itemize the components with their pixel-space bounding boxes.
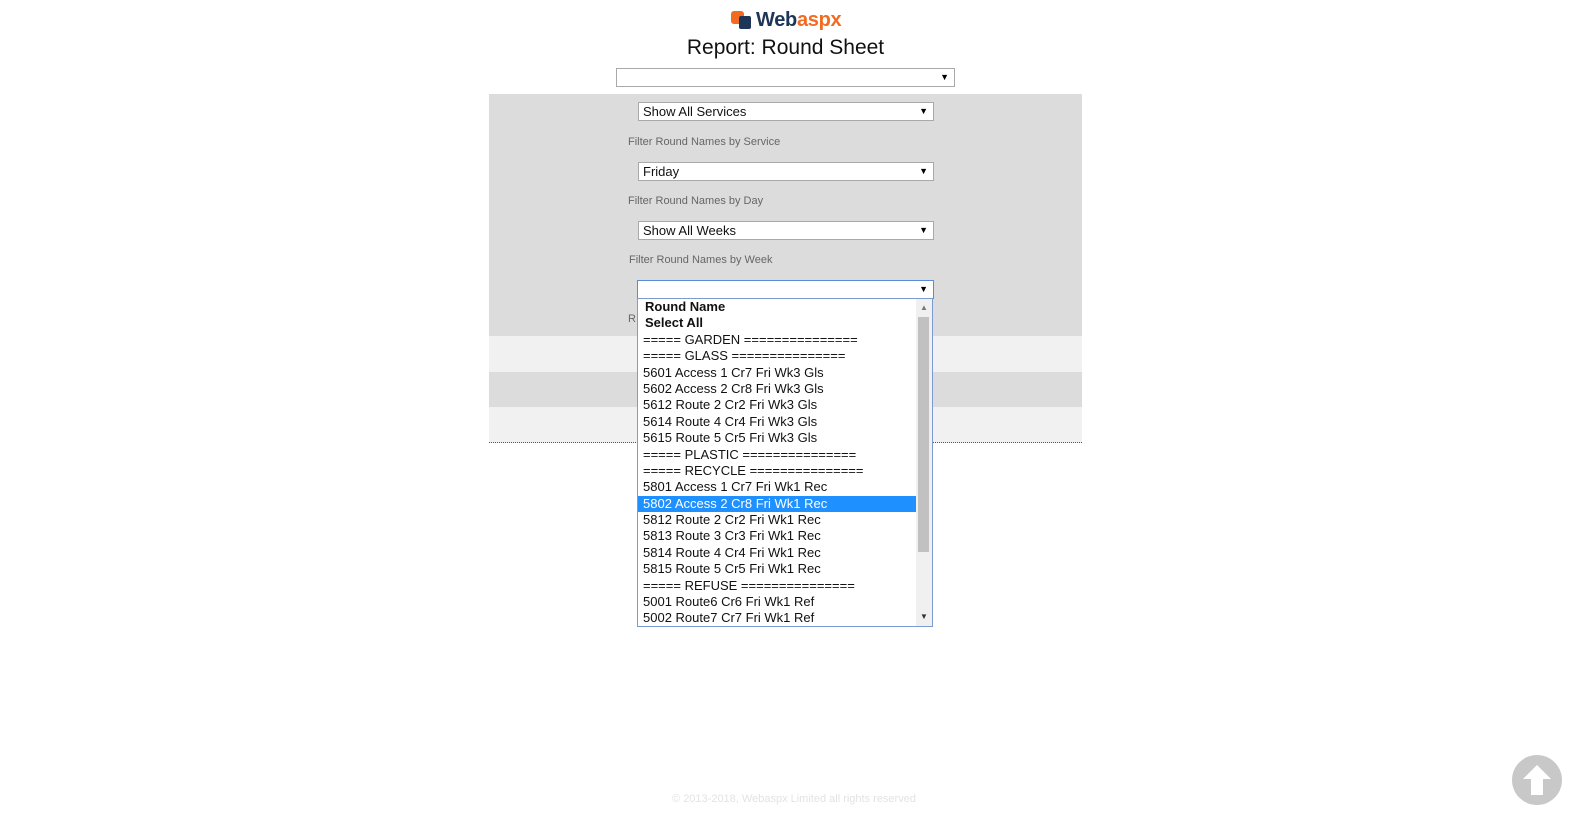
dropdown-option[interactable]: 5614 Route 4 Cr4 Fri Wk3 Gls [638, 414, 917, 430]
service-filter-caption: Filter Round Names by Service [628, 136, 781, 148]
dropdown-option[interactable]: ===== RECYCLE =============== [638, 463, 917, 479]
week-filter-select[interactable]: Show All Weeks ▼ [638, 221, 934, 240]
round-name-caption: R [628, 313, 636, 325]
footer-copyright: © 2013-2018, Webaspx Limited all rights … [672, 793, 916, 805]
dropdown-option[interactable]: 5615 Route 5 Cr5 Fri Wk3 Gls [638, 430, 917, 446]
arrow-up-icon [1523, 765, 1551, 795]
day-filter-value: Friday [643, 164, 680, 179]
week-filter-value: Show All Weeks [643, 223, 736, 238]
dropdown-option[interactable]: 5612 Route 2 Cr2 Fri Wk3 Gls [638, 397, 917, 413]
dropdown-option[interactable]: 5812 Route 2 Cr2 Fri Wk1 Rec [638, 512, 917, 528]
dropdown-option[interactable]: 5814 Route 4 Cr4 Fri Wk1 Rec [638, 545, 917, 561]
scroll-down-icon[interactable]: ▼ [916, 610, 932, 624]
round-name-dropdown-list[interactable]: Round Name Select All ===== GARDEN =======… [637, 298, 933, 627]
chevron-down-icon: ▼ [919, 106, 928, 116]
dropdown-option[interactable]: 5002 Route7 Cr7 Fri Wk1 Ref [638, 610, 917, 626]
chevron-down-icon: ▼ [919, 166, 928, 176]
scroll-up-icon[interactable]: ▲ [916, 301, 932, 315]
dropdown-group-label[interactable]: Select All [638, 315, 917, 331]
dropdown-options: Round Name Select All ===== GARDEN =======… [638, 299, 917, 626]
dropdown-option[interactable]: ===== GARDEN =============== [638, 332, 917, 348]
dropdown-option[interactable]: ===== REFUSE =============== [638, 578, 917, 594]
page: Webaspx Report: Round Sheet ▼ Show All S… [0, 0, 1591, 829]
dropdown-option[interactable]: 5001 Route6 Cr6 Fri Wk1 Ref [638, 594, 917, 610]
report-select[interactable]: ▼ [616, 68, 955, 87]
webaspx-logo[interactable]: Webaspx [731, 8, 842, 32]
dropdown-option[interactable]: 5802 Access 2 Cr8 Fri Wk1 Rec [638, 495, 917, 513]
chevron-down-icon: ▼ [919, 284, 928, 294]
scrollbar-thumb[interactable] [918, 317, 929, 552]
dropdown-scrollbar[interactable]: ▲ ▼ [916, 299, 932, 626]
logo-text-aspx: aspx [796, 8, 842, 31]
dropdown-option[interactable]: 5813 Route 3 Cr3 Fri Wk1 Rec [638, 528, 917, 544]
chevron-down-icon: ▼ [919, 225, 928, 235]
week-filter-caption: Filter Round Names by Week [629, 254, 773, 266]
dropdown-option[interactable]: 5815 Route 5 Cr5 Fri Wk1 Rec [638, 561, 917, 577]
scroll-to-top-button[interactable] [1512, 755, 1562, 805]
dropdown-option[interactable]: ===== PLASTIC =============== [638, 447, 917, 463]
logo-text-web: Web [756, 8, 797, 31]
round-name-select[interactable]: ▼ [637, 280, 934, 299]
chevron-down-icon: ▼ [940, 72, 949, 82]
dropdown-option[interactable]: 5602 Access 2 Cr8 Fri Wk3 Gls [638, 381, 917, 397]
dropdown-option[interactable]: ===== GLASS =============== [638, 348, 917, 364]
page-title: Report: Round Sheet [686, 36, 885, 59]
service-filter-select[interactable]: Show All Services ▼ [638, 102, 934, 121]
dropdown-option[interactable]: 5601 Access 1 Cr7 Fri Wk3 Gls [638, 365, 917, 381]
dropdown-group-label[interactable]: Round Name [638, 299, 917, 315]
service-filter-value: Show All Services [643, 104, 747, 119]
dropdown-option[interactable]: 5801 Access 1 Cr7 Fri Wk1 Rec [638, 479, 917, 495]
logo-text: Webaspx [756, 8, 842, 32]
logo-mark-icon [731, 10, 753, 30]
day-filter-caption: Filter Round Names by Day [628, 195, 764, 207]
day-filter-select[interactable]: Friday ▼ [638, 162, 934, 181]
